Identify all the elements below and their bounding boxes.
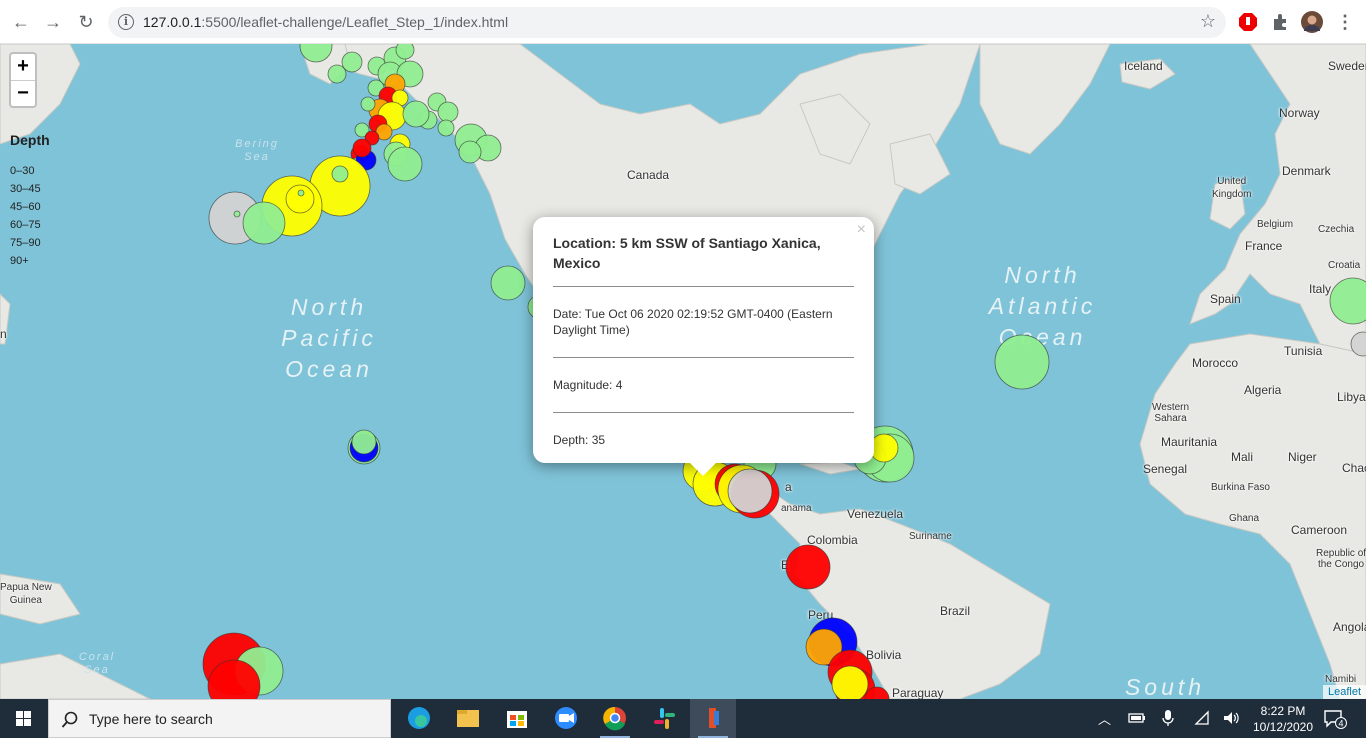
map-container[interactable]: North Pacific Ocean North Atlantic Ocean… [0, 44, 1366, 699]
url-host: 127.0.0.1 [143, 14, 202, 30]
battery-icon[interactable] [1128, 711, 1146, 725]
legend-entry: 90+ [10, 255, 29, 267]
popup-depth: Depth: 35 [553, 433, 606, 447]
store-icon [507, 711, 527, 728]
legend-title: Depth [10, 132, 50, 148]
popup-location: Location: 5 km SSW of Santiago Xanica, M… [553, 235, 821, 271]
earthquake-marker[interactable] [727, 468, 773, 514]
zoom-control: + − [9, 52, 37, 108]
earthquake-marker[interactable] [285, 184, 315, 214]
earthquake-marker[interactable] [458, 140, 482, 164]
vscode-app[interactable] [690, 699, 736, 738]
address-bar[interactable]: i 127.0.0.1:5500/leaflet-challenge/Leafl… [108, 7, 1226, 38]
file-explorer-app[interactable] [445, 699, 491, 738]
earthquake-marker[interactable] [1350, 331, 1366, 357]
depth-legend: Depth 0–30 30–45 45–60 60–75 75–90 90+ [10, 132, 50, 273]
popup-tip [689, 462, 717, 476]
store-app[interactable] [494, 699, 540, 738]
zoom-icon [555, 707, 577, 729]
legend-entry: 0–30 [10, 165, 35, 177]
edge-app[interactable] [396, 699, 442, 738]
earthquake-marker[interactable] [387, 146, 423, 182]
clock-time: 8:22 PM [1260, 704, 1306, 718]
windows-start-icon[interactable] [0, 699, 48, 738]
earthquake-marker[interactable] [331, 165, 349, 183]
forward-arrow-icon[interactable]: → [41, 10, 65, 34]
leaflet-attribution-link[interactable]: Leaflet [1322, 685, 1366, 699]
microphone-icon[interactable] [1162, 709, 1174, 727]
earthquake-marker[interactable] [341, 51, 363, 73]
info-icon[interactable]: i [118, 14, 134, 30]
earthquake-marker[interactable] [437, 119, 455, 137]
zoom-in-button[interactable]: + [11, 54, 35, 80]
tray-chevron-icon[interactable]: ︿ [1098, 709, 1111, 728]
popup-divider [553, 286, 854, 287]
earthquake-marker[interactable] [351, 429, 377, 455]
notifications-icon[interactable]: 4 [1323, 709, 1347, 729]
legend-entry: 60–75 [10, 219, 41, 231]
earthquake-marker[interactable] [785, 544, 831, 590]
url-path: :5500/leaflet-challenge/Leaflet_Step_1/i… [201, 14, 509, 30]
browser-toolbar: ← → ↻ i 127.0.0.1:5500/leaflet-challenge… [0, 0, 1366, 44]
slack-icon [654, 708, 675, 729]
earthquake-marker[interactable] [869, 433, 899, 463]
popup-divider [553, 412, 854, 413]
popup-divider [553, 357, 854, 358]
chrome-app[interactable] [592, 699, 638, 738]
earthquake-marker[interactable] [297, 189, 305, 197]
folder-icon [457, 710, 479, 727]
legend-entry: 45–60 [10, 201, 41, 213]
clock-date: 10/12/2020 [1252, 720, 1314, 734]
taskbar-clock[interactable]: 8:22 PM 10/12/2020 [1252, 703, 1314, 735]
wifi-icon[interactable] [1194, 710, 1210, 726]
zoom-out-button[interactable]: − [11, 80, 35, 106]
earthquake-marker[interactable] [490, 265, 526, 301]
earthquake-marker[interactable] [360, 96, 376, 112]
earthquake-marker[interactable] [994, 334, 1050, 390]
app-icon [709, 708, 719, 728]
popup-date: Date: Tue Oct 06 2020 02:19:52 GMT-0400 … [553, 307, 833, 337]
menu-dots-icon[interactable]: ⋮ [1333, 10, 1357, 34]
bookmark-star-icon[interactable]: ☆ [1200, 11, 1216, 32]
edge-icon [408, 707, 430, 729]
volume-icon[interactable] [1222, 710, 1240, 726]
earthquake-marker[interactable] [437, 101, 459, 123]
back-arrow-icon[interactable]: ← [9, 10, 33, 34]
extension-adblock-icon[interactable] [1238, 12, 1258, 32]
earthquake-popup: × Location: 5 km SSW of Santiago Xanica,… [533, 217, 874, 463]
popup-close-button[interactable]: × [857, 221, 866, 239]
earthquake-marker[interactable] [233, 210, 241, 218]
search-icon [61, 711, 78, 728]
earthquake-marker[interactable] [299, 44, 333, 63]
profile-avatar[interactable] [1301, 11, 1323, 33]
chrome-icon [603, 706, 626, 731]
earthquake-marker[interactable] [327, 64, 347, 84]
windows-taskbar: Type here to search ︿ 8:22 PM 10/12/2020… [0, 699, 1366, 738]
earthquake-marker[interactable] [242, 201, 286, 245]
reload-icon[interactable]: ↻ [74, 10, 98, 34]
earthquake-marker[interactable] [1329, 277, 1366, 325]
search-placeholder: Type here to search [89, 711, 213, 727]
extensions-puzzle-icon[interactable] [1270, 12, 1290, 32]
url-text[interactable]: 127.0.0.1:5500/leaflet-challenge/Leaflet… [143, 14, 508, 30]
earthquake-marker[interactable] [395, 44, 415, 60]
earthquake-marker[interactable] [831, 665, 869, 699]
popup-magnitude: Magnitude: 4 [553, 378, 623, 392]
earthquake-marker[interactable] [352, 138, 372, 158]
taskbar-search[interactable]: Type here to search [48, 699, 391, 738]
zoom-app[interactable] [543, 699, 589, 738]
notification-count: 4 [1338, 719, 1343, 729]
legend-entry: 30–45 [10, 183, 41, 195]
legend-entry: 75–90 [10, 237, 41, 249]
earthquake-marker[interactable] [402, 100, 430, 128]
slack-app[interactable] [641, 699, 687, 738]
